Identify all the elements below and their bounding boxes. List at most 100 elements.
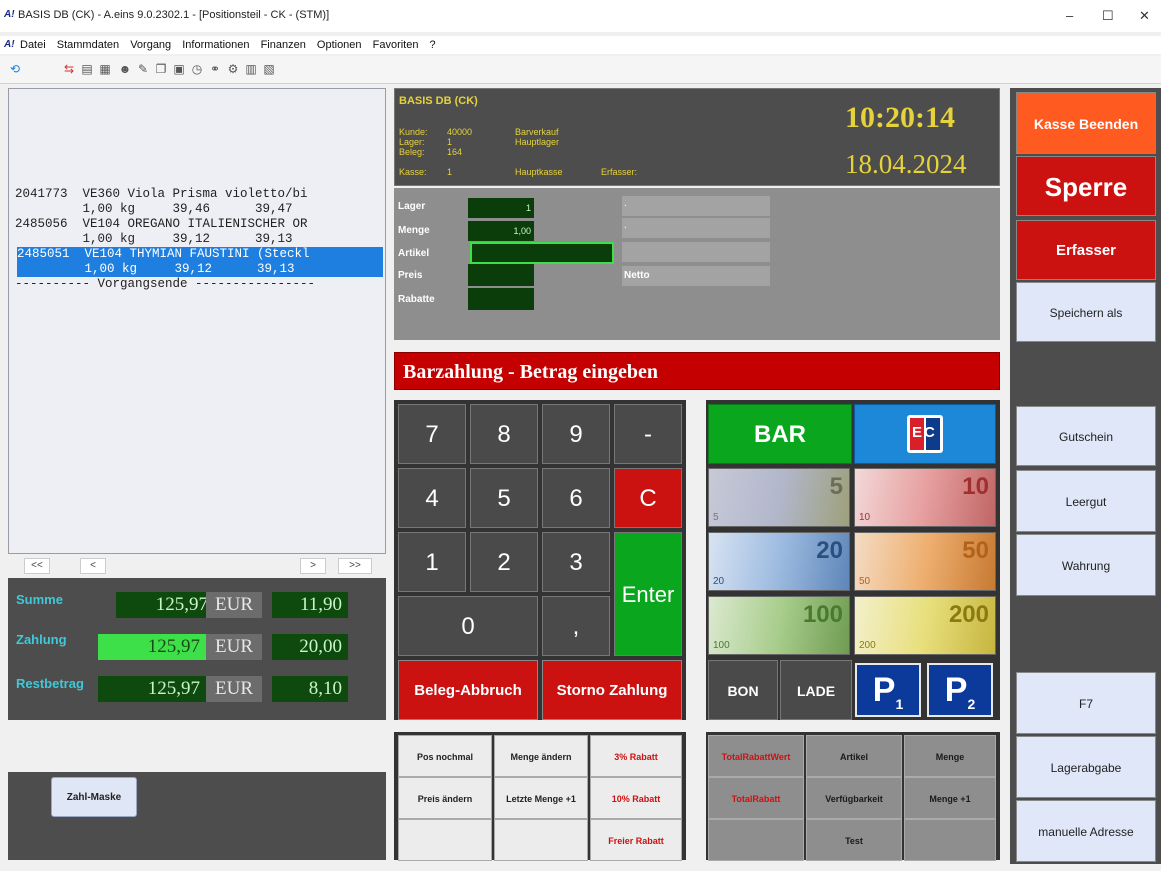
artikel-field[interactable] [470, 242, 614, 264]
key-6[interactable]: 6 [542, 468, 610, 528]
kasse-beenden-button[interactable]: Kasse Beenden [1016, 92, 1156, 154]
save-icon[interactable]: ▧ [262, 62, 276, 76]
close-button[interactable]: ✕ [1139, 8, 1150, 24]
position-code-line[interactable]: 2485056 VE104 OREGANO ITALIENISCHER OR [15, 217, 381, 232]
clock-icon[interactable]: ◷ [190, 62, 204, 76]
menge-plus-button[interactable]: Menge +1 [904, 777, 996, 819]
db-name: BASIS DB (CK) [399, 95, 478, 107]
bon-button[interactable]: BON [708, 660, 778, 720]
wahrung-button[interactable]: Wahrung [1016, 534, 1156, 596]
p2-button[interactable]: P2 [927, 663, 993, 717]
doc-icon[interactable]: ▦ [98, 62, 112, 76]
user-icon[interactable]: ☻ [118, 62, 132, 76]
menu-datei[interactable]: Datei [20, 39, 46, 51]
empty-key-1[interactable] [398, 819, 492, 861]
nav-first-button[interactable]: << [24, 558, 50, 574]
total-rabatt-wert-button[interactable]: TotalRabattWert [708, 735, 804, 777]
position-amount-line[interactable]: 1,00 kg 39,46 39,47 [15, 202, 381, 217]
payment-prompt: Barzahlung - Betrag eingeben [394, 352, 1000, 390]
menu-favoriten[interactable]: Favoriten [373, 39, 419, 51]
note-5-button[interactable]: 55 [708, 468, 850, 527]
pos-nochmal-button[interactable]: Pos nochmal [398, 735, 492, 777]
note-100-button[interactable]: 100 100 [708, 596, 850, 655]
empty-key-2[interactable] [494, 819, 588, 861]
minimize-button[interactable]: – [1066, 8, 1073, 23]
gear-icon[interactable]: ⚙ [226, 62, 240, 76]
lager-field[interactable]: 1 [468, 198, 534, 218]
key-clear[interactable]: C [614, 468, 682, 528]
note-200-button[interactable]: 200 200 [854, 596, 996, 655]
artikel-button[interactable]: Artikel [806, 735, 902, 777]
rabatt-10-button[interactable]: 10% Rabatt [590, 777, 682, 819]
note-10-label: 10 [962, 473, 989, 500]
letzte-menge-button[interactable]: Letzte Menge +1 [494, 777, 588, 819]
key-4[interactable]: 4 [398, 468, 466, 528]
printer-icon[interactable]: ▤ [80, 62, 94, 76]
verfuegbarkeit-button[interactable]: Verfügbarkeit [806, 777, 902, 819]
sperre-button[interactable]: Sperre [1016, 156, 1156, 216]
key-3[interactable]: 3 [542, 532, 610, 592]
rabatt-3-button[interactable]: 3% Rabatt [590, 735, 682, 777]
rabatte-field[interactable] [468, 288, 534, 310]
zahlung-amount[interactable]: 125,97 [98, 634, 206, 660]
zahl-maske-button[interactable]: Zahl-Maske [51, 777, 137, 817]
storno-zahlung-button[interactable]: Storno Zahlung [542, 660, 682, 720]
ec-card-button[interactable]: EC [854, 404, 996, 464]
empty-key-4[interactable] [904, 819, 996, 861]
key-2[interactable]: 2 [470, 532, 538, 592]
menu-vorgang[interactable]: Vorgang [130, 39, 171, 51]
calc-icon[interactable]: ▣ [172, 62, 186, 76]
edit-icon[interactable]: ✎ [136, 62, 150, 76]
menu-help[interactable]: ? [430, 39, 436, 51]
key-8[interactable]: 8 [470, 404, 538, 464]
leergut-button[interactable]: Leergut [1016, 470, 1156, 532]
menu-informationen[interactable]: Informationen [182, 39, 249, 51]
note-10-button[interactable]: 10 10 [854, 468, 996, 527]
position-code-line-selected[interactable]: 2485051 VE104 THYMIAN FAUSTINI (Steckl [17, 247, 383, 262]
position-amount-line-selected[interactable]: 1,00 kg 39,12 39,13 [17, 262, 383, 277]
maximize-button[interactable]: ☐ [1102, 8, 1114, 24]
lade-button[interactable]: LADE [780, 660, 852, 720]
key-5[interactable]: 5 [470, 468, 538, 528]
copy-icon[interactable]: ❐ [154, 62, 168, 76]
gutschein-button[interactable]: Gutschein [1016, 406, 1156, 466]
key-0[interactable]: 0 [398, 596, 538, 656]
menge-aendern-button[interactable]: Menge ändern [494, 735, 588, 777]
bar-button[interactable]: BAR [708, 404, 852, 464]
nav-next-button[interactable]: > [300, 558, 326, 574]
f7-button[interactable]: F7 [1016, 672, 1156, 734]
empty-key-3[interactable] [708, 819, 804, 861]
manuelle-adresse-button[interactable]: manuelle Adresse [1016, 800, 1156, 862]
lagerabgabe-button[interactable]: Lagerabgabe [1016, 736, 1156, 798]
p1-button[interactable]: P1 [855, 663, 921, 717]
grid-icon[interactable]: ▥ [244, 62, 258, 76]
note-20-button[interactable]: 20 20 [708, 532, 850, 591]
menge-field[interactable]: 1,00 [468, 221, 534, 241]
speichern-als-button[interactable]: Speichern als [1016, 282, 1156, 342]
key-7[interactable]: 7 [398, 404, 466, 464]
nav-last-button[interactable]: >> [338, 558, 372, 574]
link-icon[interactable]: ⚭ [208, 62, 222, 76]
menu-stammdaten[interactable]: Stammdaten [57, 39, 119, 51]
key-minus[interactable]: - [614, 404, 682, 464]
erfasser-button[interactable]: Erfasser [1016, 220, 1156, 280]
key-1[interactable]: 1 [398, 532, 466, 592]
menu-optionen[interactable]: Optionen [317, 39, 362, 51]
position-code-line[interactable]: 2041773 VE360 Viola Prisma violetto/bi [15, 187, 381, 202]
position-amount-line[interactable]: 1,00 kg 39,12 39,13 [15, 232, 381, 247]
menu-finanzen[interactable]: Finanzen [261, 39, 306, 51]
refresh-icon[interactable]: ⟲ [8, 62, 22, 76]
note-50-button[interactable]: 50 50 [854, 532, 996, 591]
preis-field[interactable] [468, 264, 534, 286]
freier-rabatt-button[interactable]: Freier Rabatt [590, 819, 682, 861]
key-enter[interactable]: Enter [614, 532, 682, 656]
beleg-abbruch-button[interactable]: Beleg-Abbruch [398, 660, 538, 720]
menge-button[interactable]: Menge [904, 735, 996, 777]
nav-prev-button[interactable]: < [80, 558, 106, 574]
key-9[interactable]: 9 [542, 404, 610, 464]
key-comma[interactable]: , [542, 596, 610, 656]
test-button[interactable]: Test [806, 819, 902, 861]
total-rabatt-button[interactable]: TotalRabatt [708, 777, 804, 819]
preis-aendern-button[interactable]: Preis ändern [398, 777, 492, 819]
arrows-icon[interactable]: ⇆ [62, 62, 76, 76]
